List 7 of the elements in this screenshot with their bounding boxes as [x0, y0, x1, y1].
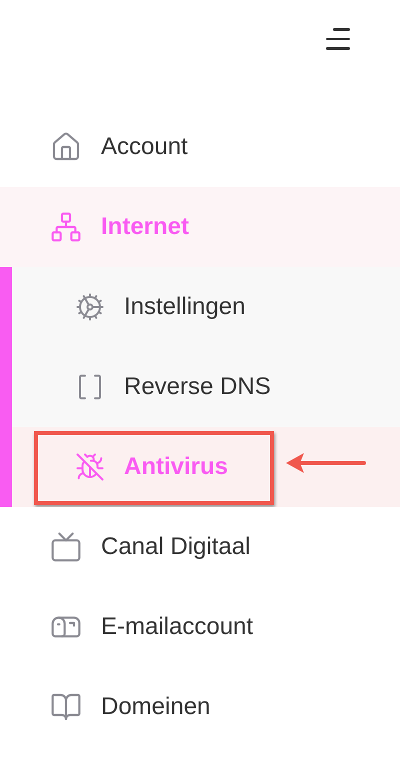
arrow-icon: [284, 451, 366, 475]
book-icon: [50, 691, 82, 723]
network-icon: [50, 211, 82, 243]
house-icon: [50, 131, 82, 163]
tv-icon: [50, 531, 82, 563]
bug-off-icon: [75, 452, 105, 482]
gear-icon: [75, 292, 105, 322]
